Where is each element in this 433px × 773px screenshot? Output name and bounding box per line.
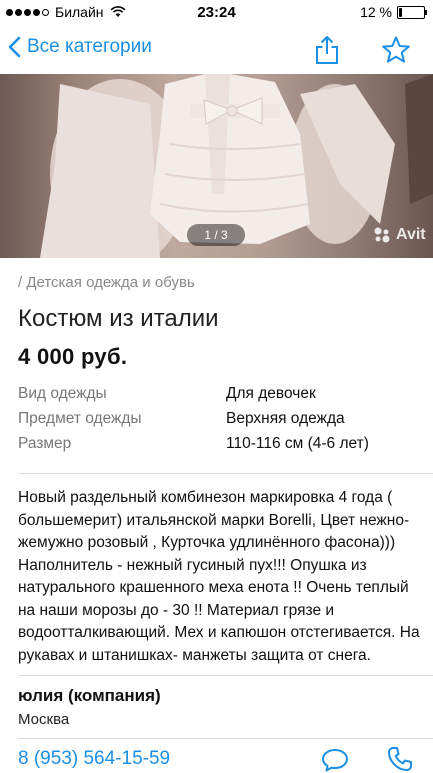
photo-counter: 1 / 3 (187, 224, 245, 246)
share-icon[interactable] (314, 35, 340, 65)
navigation-bar: Все категории (0, 26, 433, 74)
listing-description: Новый раздельный комбинезон маркировка 4… (18, 489, 420, 664)
param-label: Размер (18, 435, 72, 452)
param-label: Предмет одежды (18, 410, 142, 427)
param-value: Для девочек (226, 385, 316, 402)
battery-percent: 12 % (360, 4, 392, 20)
listing-price: 4 000 руб. (18, 344, 128, 369)
back-button[interactable]: Все категории (8, 36, 152, 58)
listing-params: Вид одежды Для девочек Предмет одежды Ве… (18, 385, 418, 460)
battery-status: 12 % (360, 4, 427, 20)
param-value: Верхняя одежда (226, 410, 345, 427)
param-value: 110-116 см (4-6 лет) (226, 435, 369, 452)
status-bar: Билайн 23:24 12 % (0, 0, 433, 26)
divider (18, 473, 433, 474)
seller-name[interactable]: юлия (компания) (18, 686, 161, 706)
param-row: Предмет одежды Верхняя одежда (18, 410, 418, 435)
phone-link[interactable]: 8 (953) 564-15-59 (18, 748, 170, 770)
param-row: Вид одежды Для девочек (18, 385, 418, 410)
avito-watermark: Avit (372, 225, 426, 245)
listing-title: Костюм из италии (18, 305, 219, 332)
watermark-text: Avit (396, 226, 426, 243)
seller-city: Москва (18, 711, 70, 728)
star-icon[interactable] (381, 35, 411, 65)
listing-photo[interactable]: 1 / 3 Avit (0, 74, 433, 258)
avito-logo-icon (374, 227, 390, 243)
param-row: Размер 110-116 см (4-6 лет) (18, 435, 418, 460)
chevron-left-icon (8, 36, 21, 58)
chat-icon[interactable] (320, 747, 350, 773)
category-breadcrumb[interactable]: / Детская одежда и обувь (18, 274, 195, 291)
param-label: Вид одежды (18, 385, 107, 402)
back-button-label: Все категории (27, 36, 152, 57)
battery-icon (397, 5, 427, 19)
divider (18, 738, 433, 739)
divider (18, 675, 433, 676)
phone-icon[interactable] (386, 745, 414, 773)
